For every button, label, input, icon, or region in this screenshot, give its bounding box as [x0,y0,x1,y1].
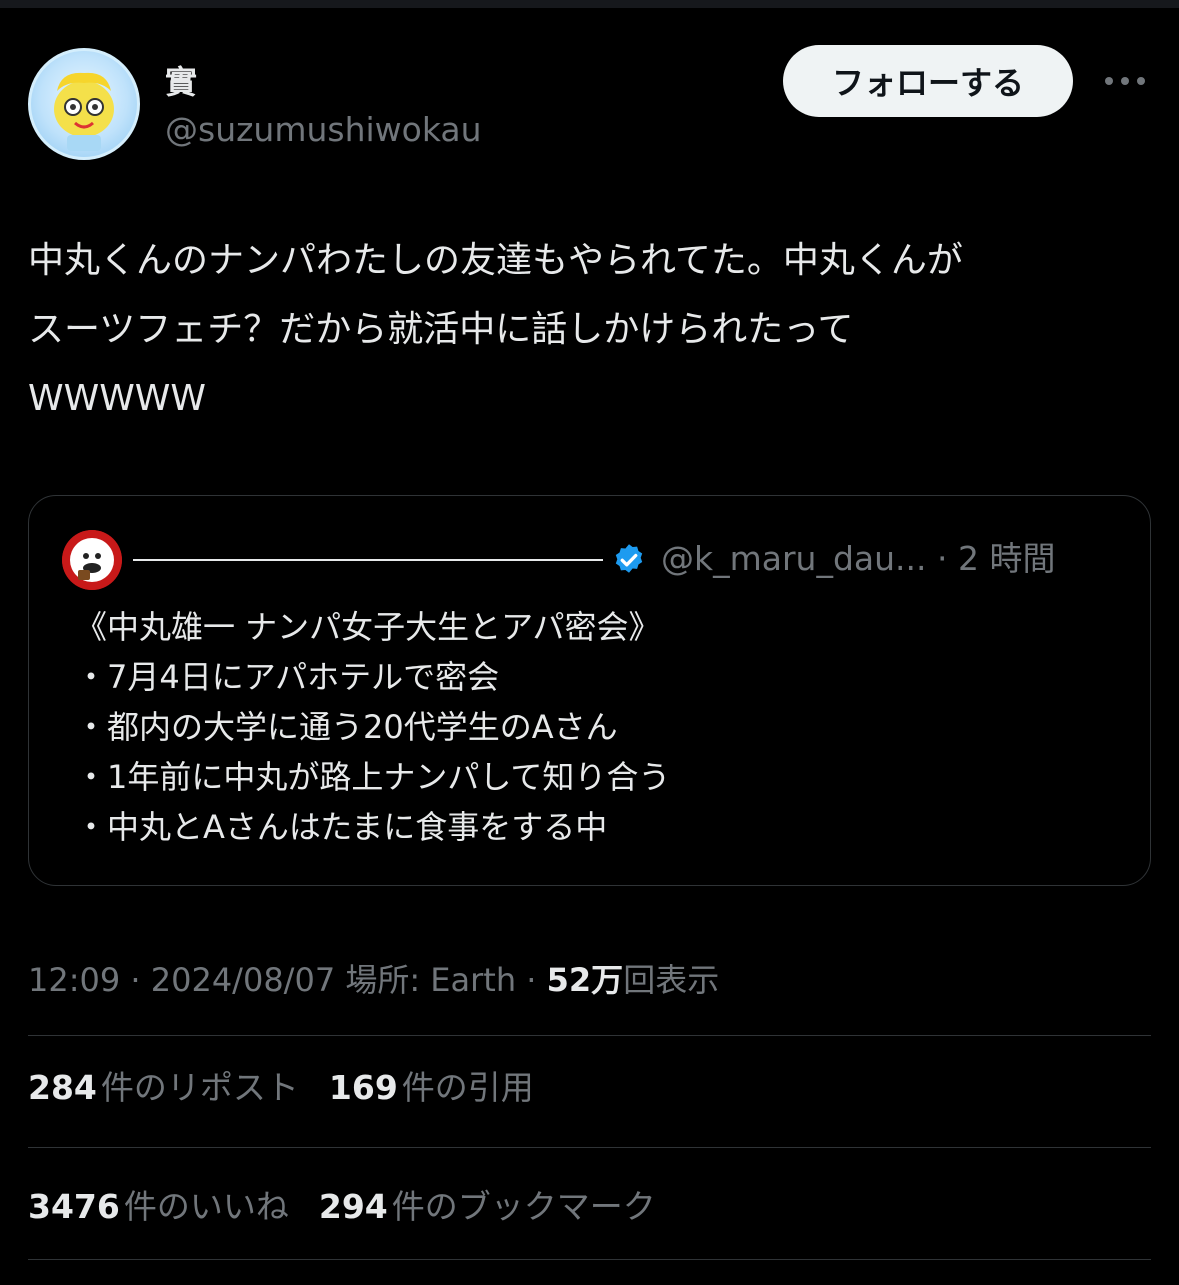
quoted-text-line: ・中丸とAさんはたまに食事をする中 [75,808,608,846]
reposts-label: 件のリポスト [100,1068,299,1107]
more-dot [1105,77,1113,85]
quoted-author-name-rule[interactable] [133,535,603,585]
divider [28,1035,1151,1036]
engagement-row-1: 284 件のリポスト 169 件の引用 [28,1064,534,1112]
top-bar [0,0,1179,8]
tweet-meta: 12:09 · 2024/08/07 場所: Earth · 52万回表示 [28,956,719,1004]
views-count[interactable]: 52万 [547,961,624,999]
tweet-text-line: 中丸くんのナンパわたしの友達もやられてた。中丸くんが [28,240,963,281]
reposts-link[interactable]: 284 件のリポスト [28,1064,299,1112]
author-handle[interactable]: @suzumushiwokau [165,110,482,150]
quoted-text-line: ・都内の大学に通う20代学生のAさん [75,708,618,746]
bookmarks-link[interactable]: 294 件のブックマーク [319,1183,656,1231]
verified-badge-icon [615,544,643,573]
quoted-text-line: ・1年前に中丸が路上ナンパして知り合う [75,758,671,796]
quotes-count: 169 [328,1068,398,1107]
location: 場所: Earth [345,961,517,999]
divider [28,1259,1151,1260]
quoted-tweet-card[interactable]: @k_maru_dau... · 2 時間 《中丸雄一 ナンパ女子大生とアパ密会… [28,495,1151,886]
quoted-tweet-text: 《中丸雄一 ナンパ女子大生とアパ密会》 ・7月4日にアパホテルで密会 ・都内の大… [75,602,670,852]
bookmarks-count: 294 [318,1187,388,1226]
engagement-row-2: 3476 件のいいね 294 件のブックマーク [28,1183,656,1231]
meta-separator: · [526,961,537,999]
quoted-text-line: 《中丸雄一 ナンパ女子大生とアパ密会》 [75,608,661,646]
reposts-count: 284 [28,1068,97,1107]
avatar-character-icon [54,72,114,151]
timestamp[interactable]: 12:09 · 2024/08/07 [28,961,335,999]
quotes-link[interactable]: 169 件の引用 [329,1064,534,1112]
likes-link[interactable]: 3476 件のいいね [28,1183,289,1231]
tweet-text: 中丸くんのナンパわたしの友達もやられてた。中丸くんが スーツフェチ？だから就活中… [28,226,1148,433]
name-line [133,559,603,561]
bookmarks-label: 件のブックマーク [391,1187,656,1226]
tweet-text-line: WWWWW [28,378,206,419]
quoted-handle-time: @k_maru_dau... · 2 時間 [661,539,1056,578]
views-label: 回表示 [623,961,720,999]
more-options-icon[interactable] [1100,66,1150,96]
quotes-label: 件の引用 [401,1068,534,1107]
follow-button[interactable]: フォローする [783,45,1073,117]
author-display-name[interactable]: 實 [165,60,197,104]
quoted-avatar-character-icon [62,530,122,590]
tweet-text-line: スーツフェチ？だから就活中に話しかけられたって [28,309,854,350]
likes-label: 件のいいね [123,1187,289,1226]
divider [28,1147,1151,1148]
author-avatar[interactable] [28,48,140,160]
more-dot [1137,77,1145,85]
more-dot [1121,77,1129,85]
quoted-text-line: ・7月4日にアパホテルで密会 [75,658,500,696]
likes-count: 3476 [28,1187,120,1226]
quoted-author-avatar[interactable] [62,530,122,590]
